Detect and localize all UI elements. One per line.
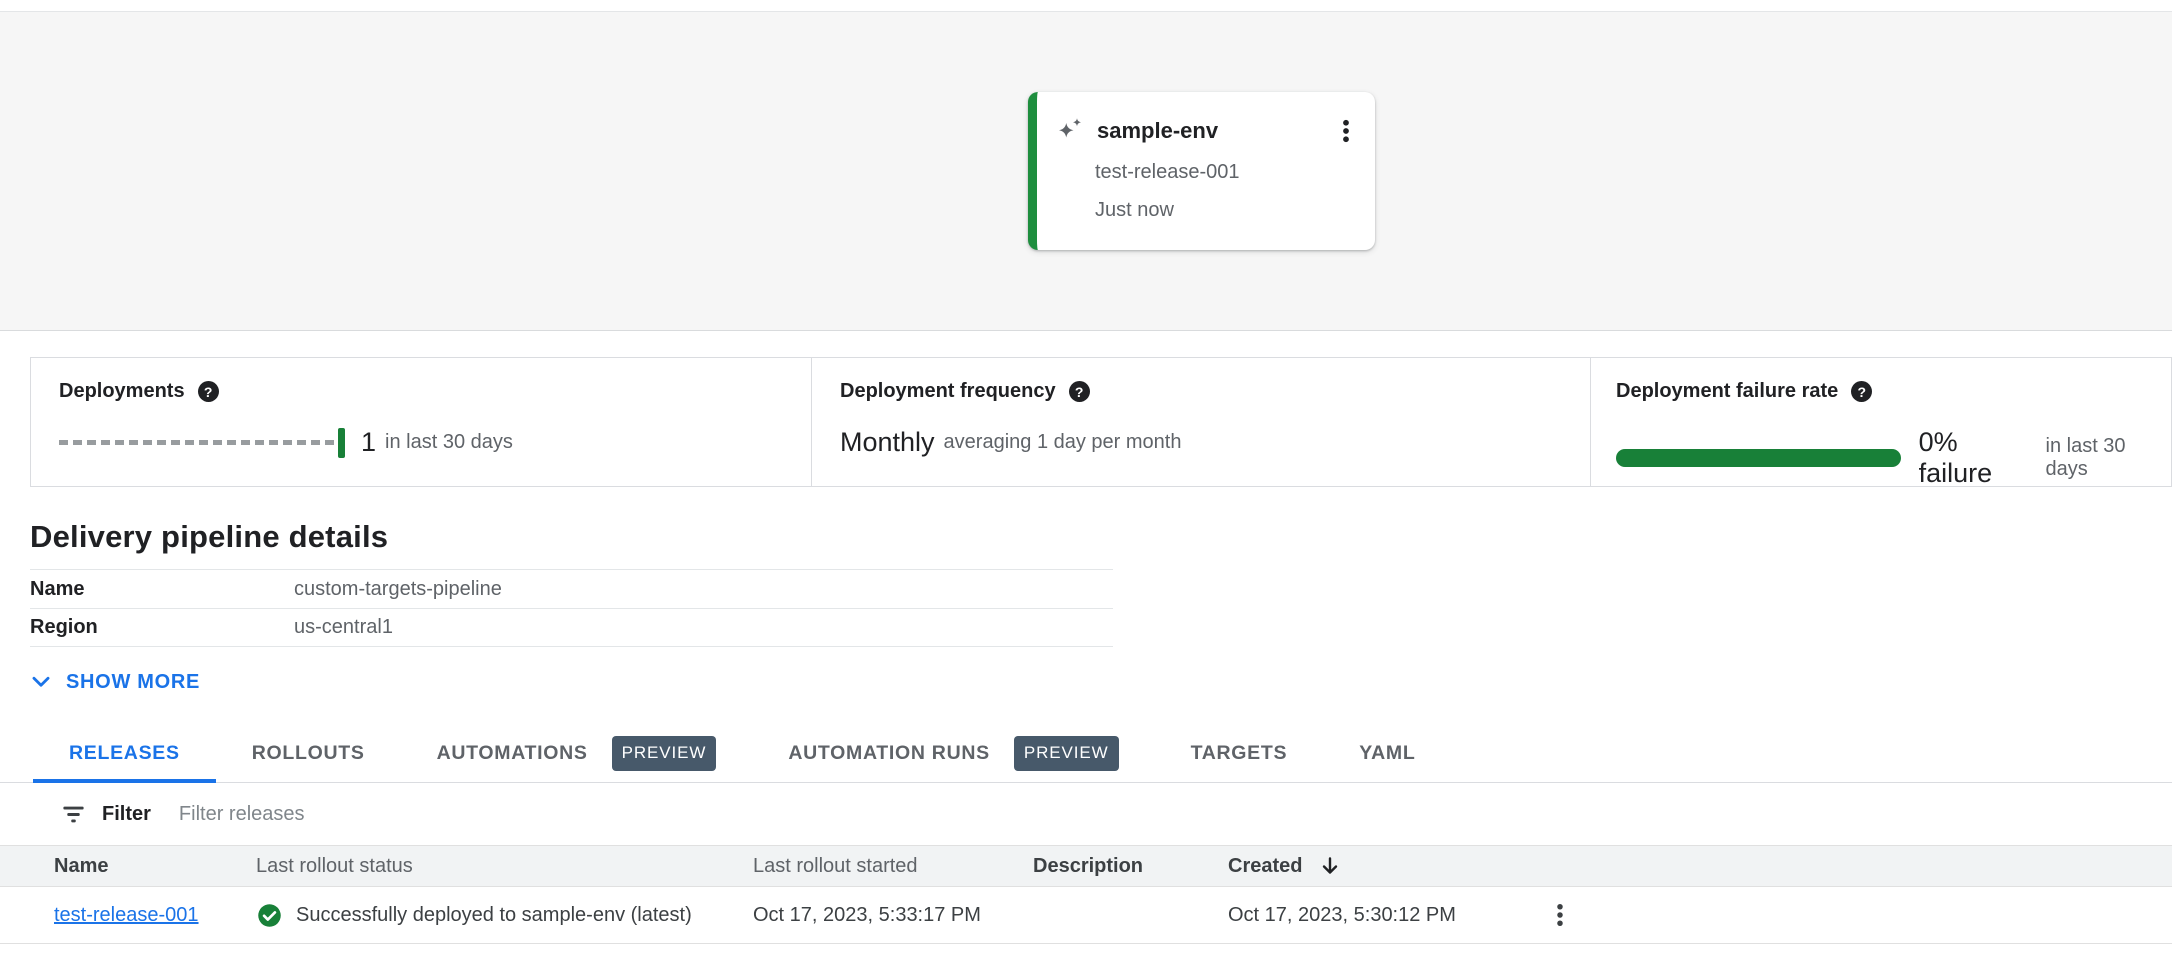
tab-targets[interactable]: TARGETS	[1155, 724, 1324, 782]
tab-automations[interactable]: AUTOMATIONS PREVIEW	[401, 724, 753, 782]
stat-deployments-label: Deployments	[59, 380, 185, 403]
tab-automation-runs[interactable]: AUTOMATION RUNS PREVIEW	[752, 724, 1154, 782]
tab-label: AUTOMATION RUNS	[788, 742, 990, 765]
failure-rate-bar	[1616, 449, 1901, 467]
stat-failure-label: Deployment failure rate	[1616, 380, 1838, 403]
detail-row-region: Region us-central1	[30, 608, 1113, 647]
card-deploy-time: Just now	[1095, 199, 1361, 222]
column-header-created[interactable]: Created	[1228, 855, 1302, 878]
arrow-down-icon[interactable]	[1318, 854, 1342, 878]
releases-filter-bar: Filter	[0, 783, 2172, 845]
filter-releases-input[interactable]	[177, 802, 777, 827]
deployments-timeline-dashes	[59, 440, 335, 445]
pipeline-graph-canvas: sample-env test-release-001 Just now	[0, 12, 2172, 331]
releases-table: Name Last rollout status Last rollout st…	[0, 845, 2172, 944]
sparkle-icon	[1055, 116, 1085, 146]
tab-yaml[interactable]: YAML	[1323, 724, 1451, 782]
release-row: test-release-001 Successfully deployed t…	[0, 887, 2172, 944]
dora-stats-strip: Deployments ? 1 in last 30 days Deployme…	[30, 357, 2172, 487]
detail-label: Region	[30, 616, 294, 639]
detail-label: Name	[30, 578, 294, 601]
target-name: sample-env	[1097, 118, 1218, 144]
page-title: Delivery pipeline details	[30, 519, 2172, 555]
created-cell: Oct 17, 2023, 5:30:12 PM	[1228, 904, 1545, 927]
preview-badge: PREVIEW	[612, 736, 717, 771]
tab-label: YAML	[1359, 742, 1415, 765]
stat-deployments-value: 1	[361, 427, 376, 458]
stat-failure-suffix: in last 30 days	[2046, 435, 2172, 481]
releases-table-header: Name Last rollout status Last rollout st…	[0, 845, 2172, 887]
row-kebab-menu-button[interactable]	[1545, 900, 2172, 930]
detail-row-name: Name custom-targets-pipeline	[30, 569, 1113, 608]
card-kebab-menu-button[interactable]	[1331, 116, 1361, 146]
detail-value: custom-targets-pipeline	[294, 578, 502, 601]
preview-badge: PREVIEW	[1014, 736, 1119, 771]
deployment-tick-marker	[338, 428, 345, 458]
tab-label: RELEASES	[69, 742, 180, 765]
tab-releases[interactable]: RELEASES	[33, 724, 216, 782]
chevron-down-icon	[28, 669, 54, 695]
stat-failure-value: 0% failure	[1919, 427, 2037, 489]
top-divider-strip	[0, 0, 2172, 12]
rollout-status-text: Successfully deployed to sample-env (lat…	[296, 904, 692, 927]
show-more-button[interactable]: SHOW MORE	[28, 669, 200, 695]
help-circle-icon[interactable]: ?	[1069, 381, 1090, 402]
stat-deployments: Deployments ? 1 in last 30 days	[31, 358, 812, 486]
column-header-last-rollout-status[interactable]: Last rollout status	[256, 855, 753, 878]
stat-frequency-suffix: averaging 1 day per month	[944, 431, 1182, 454]
show-more-label: SHOW MORE	[66, 671, 200, 694]
filter-label: Filter	[102, 803, 151, 826]
pipeline-details-table: Name custom-targets-pipeline Region us-c…	[30, 569, 1113, 647]
column-header-name[interactable]: Name	[54, 855, 256, 878]
tab-rollouts[interactable]: ROLLOUTS	[216, 724, 401, 782]
help-circle-icon[interactable]: ?	[198, 381, 219, 402]
detail-value: us-central1	[294, 616, 393, 639]
tab-label: TARGETS	[1191, 742, 1288, 765]
card-release-name: test-release-001	[1095, 161, 1361, 184]
filter-list-icon	[60, 801, 87, 828]
stat-frequency: Deployment frequency ? Monthly averaging…	[812, 358, 1591, 486]
rollout-started-cell: Oct 17, 2023, 5:33:17 PM	[753, 904, 1033, 927]
pipeline-tabs: RELEASES ROLLOUTS AUTOMATIONS PREVIEW AU…	[0, 724, 2172, 783]
column-header-description[interactable]: Description	[1033, 855, 1228, 878]
tab-label: ROLLOUTS	[252, 742, 365, 765]
column-header-last-rollout-started[interactable]: Last rollout started	[753, 855, 1033, 878]
stat-failure-rate: Deployment failure rate ? 0% failure in …	[1591, 358, 2171, 486]
stat-frequency-label: Deployment frequency	[840, 380, 1056, 403]
release-link[interactable]: test-release-001	[54, 904, 199, 926]
check-circle-icon	[256, 902, 283, 929]
target-card-sample-env[interactable]: sample-env test-release-001 Just now	[1028, 92, 1375, 250]
help-circle-icon[interactable]: ?	[1851, 381, 1872, 402]
stat-frequency-value: Monthly	[840, 427, 935, 458]
stat-deployments-suffix: in last 30 days	[385, 431, 513, 454]
tab-label: AUTOMATIONS	[437, 742, 588, 765]
